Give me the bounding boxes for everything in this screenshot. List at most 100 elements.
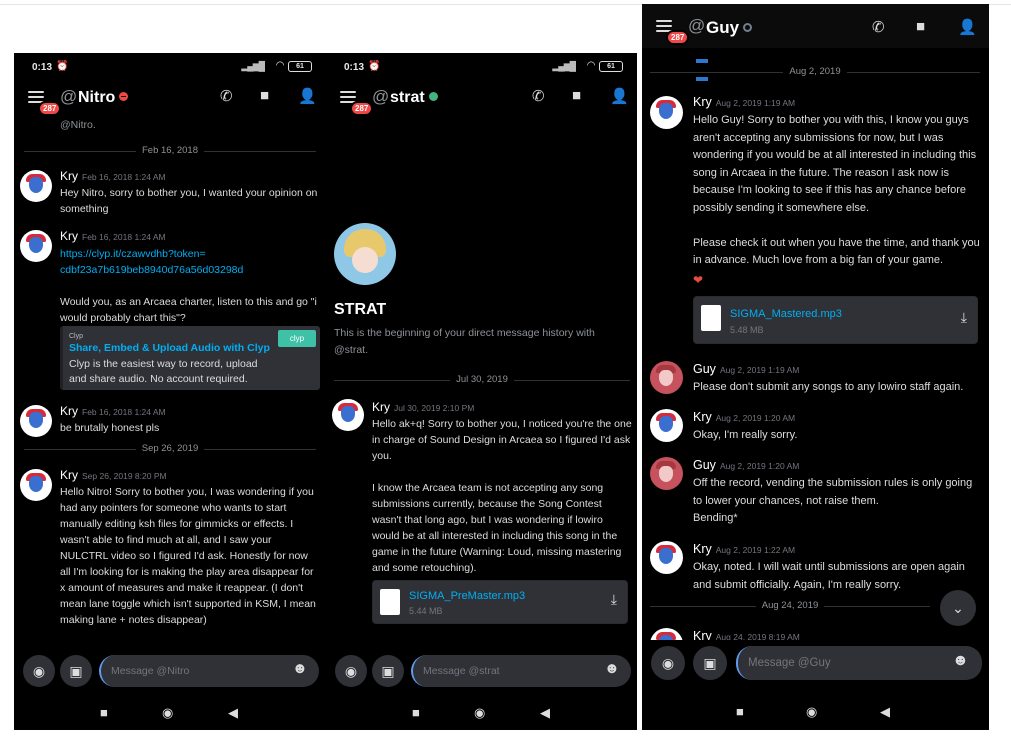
avatar[interactable]	[20, 230, 52, 262]
chat-header: 287 @ strat ✆ ■ 👤	[326, 81, 637, 119]
file-attachment[interactable]: SIGMA_Mastered.mp3 5.48 MB ⤓	[693, 296, 978, 344]
partial-attachment	[696, 50, 736, 81]
message-input[interactable]: Message @strat	[411, 655, 631, 687]
home-button[interactable]: ◉	[474, 705, 485, 721]
avatar[interactable]	[650, 457, 683, 490]
camera-icon[interactable]: ◉	[23, 655, 55, 687]
video-icon[interactable]: ■	[572, 87, 581, 104]
author-name[interactable]: Kry	[60, 404, 78, 418]
embed-title[interactable]: Share, Embed & Upload Audio with Clyp	[69, 340, 270, 356]
notification-badge: 287	[350, 101, 374, 116]
recents-button[interactable]: ■	[412, 705, 420, 720]
message-text: Hey Nitro, sorry to bother you, I wanted…	[60, 187, 318, 215]
avatar[interactable]	[20, 405, 52, 437]
author-name[interactable]: Kry	[693, 542, 712, 556]
author-name[interactable]: Kry	[60, 169, 78, 183]
avatar[interactable]	[650, 96, 683, 129]
status-bar: 0:13 ⏰ ▂▄▆█ ◠ 61	[326, 53, 637, 81]
back-button[interactable]: ◀	[228, 705, 238, 721]
channel-name[interactable]: strat	[390, 89, 438, 107]
back-button[interactable]: ◀	[880, 704, 890, 720]
members-icon[interactable]: 👤	[610, 87, 629, 105]
author-name[interactable]: Guy	[693, 458, 716, 472]
home-button[interactable]: ◉	[162, 705, 173, 721]
signal-icon: ▂▄▆█	[552, 61, 576, 71]
timestamp: Feb 16, 2018 1:24 AM	[82, 172, 166, 182]
avatar[interactable]	[650, 409, 683, 442]
image-icon[interactable]: ▣	[60, 655, 92, 687]
author-name[interactable]: Kry	[60, 229, 78, 243]
author-name[interactable]: Kry	[60, 468, 78, 482]
avatar[interactable]	[20, 469, 52, 501]
timestamp: Jul 30, 2019 2:10 PM	[394, 403, 475, 413]
author-name[interactable]: Kry	[693, 629, 712, 640]
message-composer: ◉ ▣ Message @strat ☻	[326, 655, 637, 689]
date-divider: Feb 16, 2018	[24, 145, 316, 157]
phone-call-icon[interactable]: ✆	[872, 18, 885, 36]
video-icon[interactable]: ■	[260, 87, 269, 104]
download-icon[interactable]: ⤓	[961, 309, 967, 326]
message-header: Kry Jul 30, 2019 2:10 PM	[372, 399, 474, 416]
download-icon[interactable]: ⤓	[611, 591, 617, 608]
message-text: be brutally honest pls	[60, 422, 160, 434]
timestamp: Aug 2, 2019 1:20 AM	[715, 413, 796, 423]
home-button[interactable]: ◉	[806, 704, 817, 720]
avatar[interactable]	[332, 399, 364, 431]
link-embed[interactable]: Clyp Share, Embed & Upload Audio with Cl…	[60, 326, 320, 390]
avatar[interactable]	[650, 541, 683, 574]
channel-name[interactable]: Nitro	[78, 89, 129, 107]
camera-icon[interactable]: ◉	[651, 646, 685, 680]
file-name[interactable]: SIGMA_PreMaster.mp3	[409, 590, 525, 602]
back-button[interactable]: ◀	[540, 705, 550, 721]
message-input[interactable]: Message @Nitro	[99, 655, 319, 687]
message-header: Kry Aug 2, 2019 1:22 AM	[693, 541, 795, 560]
date-divider: Aug 2, 2019	[650, 66, 980, 78]
emoji-icon[interactable]: ☻	[604, 660, 620, 677]
recents-button[interactable]: ■	[736, 704, 744, 719]
intro-title: STRAT	[334, 301, 387, 318]
file-icon	[380, 589, 400, 615]
author-name[interactable]: Kry	[693, 95, 712, 109]
video-icon[interactable]: ■	[916, 18, 925, 35]
author-name[interactable]: Kry	[693, 410, 712, 424]
message-header: Kry Aug 24, 2019 8:19 AM	[693, 628, 800, 640]
members-icon[interactable]: 👤	[298, 87, 317, 105]
phone-screen-guy: 287 @ Guy ✆ ■ 👤 Aug 2, 2019 Kry Aug 2, 20…	[642, 4, 989, 730]
message-text: Please don't submit any songs to any low…	[693, 381, 964, 393]
message-text: Okay, noted. I will wait until submissio…	[693, 561, 965, 591]
phone-call-icon[interactable]: ✆	[532, 87, 545, 105]
avatar[interactable]	[650, 628, 683, 640]
intro-avatar[interactable]	[334, 223, 396, 285]
message-link[interactable]: https://clyp.it/czawvdhb?token= cdbf23a7…	[60, 246, 322, 278]
channel-name-text: Nitro	[78, 89, 116, 106]
members-icon[interactable]: 👤	[958, 18, 977, 36]
channel-name[interactable]: Guy	[706, 18, 753, 38]
message-text: Hello Guy! Sorry to bother you with this…	[693, 114, 980, 266]
message-input[interactable]: Message @Guy	[736, 646, 982, 680]
status-bar: 0:13 ⏰ ▂▄▆█ ◠ 61	[14, 53, 326, 81]
file-icon	[701, 305, 721, 331]
chat-header: 287 @ Guy ✆ ■ 👤	[642, 4, 989, 48]
jump-to-bottom-button[interactable]: ⌄	[940, 590, 976, 626]
recents-button[interactable]: ■	[100, 705, 108, 720]
image-icon[interactable]: ▣	[372, 655, 404, 687]
avatar[interactable]	[650, 361, 683, 394]
message-text: Hello Nitro! Sorry to bother you, I was …	[60, 486, 316, 626]
at-icon: @	[60, 87, 78, 106]
clyp-logo: clyp	[278, 330, 316, 347]
camera-icon[interactable]: ◉	[335, 655, 367, 687]
emoji-icon[interactable]: ☻	[292, 660, 308, 677]
emoji-icon[interactable]: ☻	[952, 652, 969, 670]
notification-badge: 287	[666, 30, 690, 45]
phone-call-icon[interactable]: ✆	[220, 87, 233, 105]
message-header: Guy Aug 2, 2019 1:19 AM	[693, 361, 799, 380]
file-attachment[interactable]: SIGMA_PreMaster.mp3 5.44 MB ⤓	[372, 580, 628, 624]
image-icon[interactable]: ▣	[693, 646, 727, 680]
online-status-icon	[428, 92, 438, 101]
file-name[interactable]: SIGMA_Mastered.mp3	[730, 308, 842, 320]
status-time: 0:13	[344, 62, 365, 73]
avatar[interactable]	[20, 170, 52, 202]
author-name[interactable]: Guy	[693, 362, 716, 376]
chat-header: 287 @ Nitro ✆ ■ 👤	[14, 81, 326, 119]
author-name[interactable]: Kry	[372, 400, 390, 414]
